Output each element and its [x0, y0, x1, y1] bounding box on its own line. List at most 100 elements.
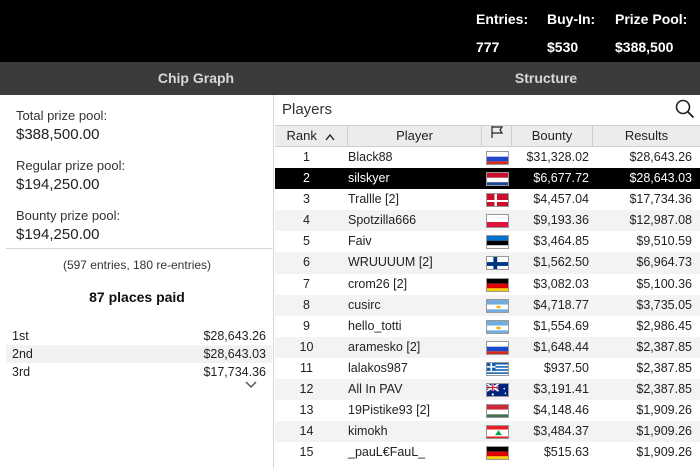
payout-amount: $28,643.26	[203, 329, 266, 343]
result-cell: $9,510.59	[636, 234, 692, 249]
table-row[interactable]: 15 _pauL€FauL_ $515.63 $1,909.26	[275, 442, 700, 463]
rank-column-header[interactable]: Rank	[275, 126, 348, 146]
payout-list: 1st $28,643.26 2nd $28,643.03 3rd $17,73…	[6, 327, 272, 381]
table-row[interactable]: 5 Faiv $3,464.85 $9,510.59	[275, 231, 700, 252]
result-cell: $1,909.26	[636, 424, 692, 439]
rank-cell: 12	[299, 382, 314, 397]
bounty-prize-pool-label: Bounty prize pool:	[16, 208, 121, 223]
rank-cell: 7	[303, 276, 310, 291]
player-name-cell: WRUUUUM [2]	[348, 255, 433, 270]
table-row[interactable]: 10 aramesko [2] $1,648.44 $2,387.85	[275, 336, 700, 358]
player-name-cell: silskyer	[348, 171, 390, 186]
rank-cell: 6	[303, 255, 310, 270]
entries-value: 777	[476, 39, 500, 55]
country-flag-icon	[484, 400, 510, 421]
player-name-cell: _pauL€FauL_	[348, 445, 426, 460]
summary-divider	[6, 248, 272, 249]
bounty-cell: $3,191.41	[533, 382, 589, 397]
country-flag-icon	[484, 358, 510, 379]
country-flag-icon	[484, 295, 510, 316]
country-flag-icon	[484, 231, 510, 252]
country-flag-icon	[484, 252, 510, 273]
result-cell: $2,387.85	[636, 382, 692, 397]
bounty-cell: $937.50	[543, 360, 589, 375]
payout-place: 2nd	[12, 347, 33, 361]
total-prize-pool-label: Total prize pool:	[16, 108, 108, 123]
result-cell: $28,643.26	[629, 150, 692, 164]
country-flag-icon	[484, 210, 510, 231]
player-name-cell: lalakos987	[348, 360, 408, 375]
player-name-cell: kimokh	[348, 424, 388, 439]
bounty-cell: $1,554.69	[533, 318, 589, 333]
entries-label: Entries:	[476, 11, 529, 27]
player-name-cell: Black88	[348, 150, 393, 164]
player-column-header[interactable]: Player	[348, 126, 482, 146]
tab-chip-graph[interactable]: Chip Graph	[0, 62, 392, 95]
table-row[interactable]: 4 Spotzilla666 $9,193.36 $12,987.08	[275, 210, 700, 232]
table-row[interactable]: 6 WRUUUUM [2] $1,562.50 $6,964.73	[275, 252, 700, 274]
table-row[interactable]: 13 19Pistike93 [2] $4,148.46 $1,909.26	[275, 400, 700, 421]
country-column-header[interactable]	[482, 126, 512, 146]
payout-place: 1st	[12, 329, 29, 343]
chevron-down-icon[interactable]	[245, 380, 257, 392]
entries-note: (597 entries, 180 re-entries)	[62, 258, 212, 272]
rank-cell: 11	[300, 360, 313, 375]
players-title: Players	[282, 101, 333, 118]
rank-cell: 4	[303, 213, 310, 228]
table-row[interactable]: 11 lalakos987 $937.50 $2,387.85	[275, 358, 700, 379]
places-paid: 87 places paid	[89, 289, 185, 305]
bounty-cell: $3,082.03	[533, 276, 589, 291]
country-flag-icon	[484, 274, 510, 295]
table-row[interactable]: 1 Black88 $31,328.02 $28,643.26	[275, 147, 700, 168]
table-row[interactable]: 8 cusirc $4,718.77 $3,735.05	[275, 294, 700, 316]
rank-cell: 13	[299, 403, 314, 418]
rank-cell: 1	[303, 150, 310, 164]
tab-structure[interactable]: Structure	[392, 62, 700, 95]
players-panel: Players Rank Player Bounty Results 1 Blac…	[275, 95, 700, 468]
result-cell: $6,964.73	[636, 255, 692, 270]
country-flag-icon	[484, 189, 510, 210]
payout-row: 2nd $28,643.03	[6, 345, 272, 363]
tab-bar: Chip Graph Structure	[0, 62, 700, 95]
bounty-cell: $4,457.04	[533, 192, 589, 207]
bounty-cell: $515.63	[543, 445, 589, 460]
result-cell: $3,735.05	[636, 297, 692, 312]
table-row[interactable]: 14 kimokh $3,484.37 $1,909.26	[275, 421, 700, 443]
bounty-cell: $3,464.85	[533, 234, 589, 249]
payout-place: 3rd	[12, 365, 31, 379]
buyin-value: $530	[547, 39, 579, 55]
table-row[interactable]: 9 hello_totti $1,554.69 $2,986.45	[275, 316, 700, 337]
country-flag-icon	[484, 147, 510, 168]
bounty-cell: $9,193.36	[533, 213, 589, 228]
player-name-cell: All In PAV	[348, 382, 403, 397]
results-column-header[interactable]: Results	[593, 126, 700, 146]
players-table-body: 1 Black88 $31,328.02 $28,643.26 2 silskyer $6,…	[275, 147, 700, 463]
bounty-cell: $1,648.44	[533, 339, 589, 354]
result-cell: $1,909.26	[636, 403, 692, 418]
search-icon[interactable]	[675, 99, 695, 119]
players-table-header: Rank Player Bounty Results	[275, 125, 700, 147]
result-cell: $17,734.36	[629, 192, 692, 207]
player-name-cell: hello_totti	[348, 318, 402, 333]
rank-header-label: Rank	[286, 128, 317, 143]
table-row[interactable]: 3 Trallle [2] $4,457.04 $17,734.36	[275, 189, 700, 210]
bounty-column-header[interactable]: Bounty	[512, 126, 593, 146]
result-cell: $12,987.08	[629, 213, 692, 228]
player-name-cell: cusirc	[348, 297, 381, 312]
rank-cell: 9	[303, 318, 310, 333]
player-name-cell: Spotzilla666	[348, 213, 417, 228]
bounty-prize-pool-value: $194,250.00	[16, 226, 100, 243]
country-flag-icon	[484, 337, 510, 358]
table-row[interactable]: 12 All In PAV $3,191.41 $2,387.85	[275, 379, 700, 401]
prize-pool-value: $388,500	[615, 39, 674, 55]
rank-cell: 8	[303, 297, 310, 312]
player-name-cell: Trallle [2]	[348, 192, 399, 207]
result-cell: $5,100.36	[636, 276, 692, 291]
flag-icon	[490, 125, 504, 145]
sort-asc-icon	[325, 127, 336, 147]
table-row[interactable]: 7 crom26 [2] $3,082.03 $5,100.36	[275, 274, 700, 295]
country-flag-icon	[484, 316, 510, 337]
regular-prize-pool-value: $194,250.00	[16, 176, 100, 193]
total-prize-pool-value: $388,500.00	[16, 126, 100, 143]
table-row[interactable]: 2 silskyer $6,677.72 $28,643.03	[275, 168, 700, 190]
